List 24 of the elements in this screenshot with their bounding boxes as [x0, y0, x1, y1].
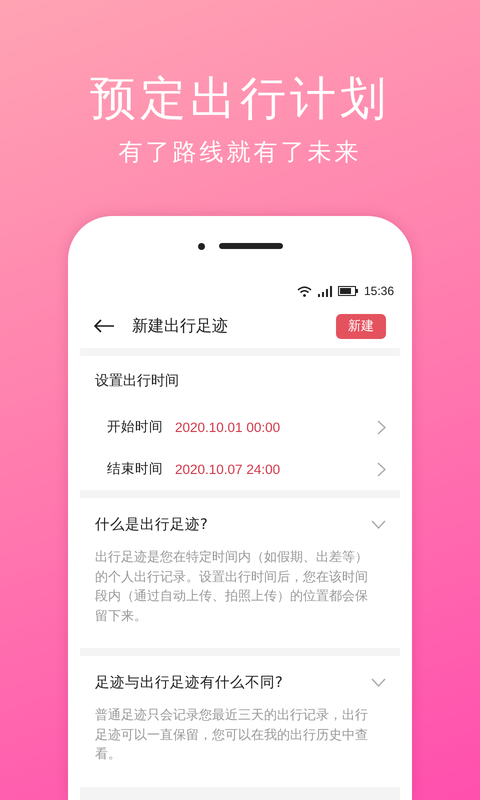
- time-label: 结束时间: [107, 460, 163, 478]
- back-arrow-icon[interactable]: [94, 319, 114, 333]
- create-button[interactable]: 新建: [336, 314, 386, 338]
- time-value[interactable]: 2020.10.01 00:00: [175, 420, 377, 434]
- status-time: 15:36: [364, 284, 394, 298]
- time-label: 开始时间: [107, 418, 163, 436]
- camera-dot: [198, 242, 204, 250]
- faq-answer: 出行足迹是您在特定时间内（如假期、出差等）的个人出行记录。设置出行时间后，您在该时间段内（通过自动上传、拍照上传）的位置都会保留下来。: [95, 549, 369, 626]
- speaker-slot: [218, 243, 282, 249]
- page-title: 新建出行足迹: [132, 316, 229, 336]
- battery-icon: [338, 286, 358, 296]
- time-value[interactable]: 2020.10.07 24:00: [175, 462, 377, 476]
- chevron-right-icon[interactable]: [377, 462, 386, 476]
- chevron-right-icon[interactable]: [377, 420, 386, 434]
- faq-question[interactable]: 什么是出行足迹?: [95, 514, 371, 534]
- chevron-down-icon[interactable]: [371, 678, 386, 686]
- banner-title: 预定出行计划: [90, 70, 390, 127]
- chevron-down-icon[interactable]: [371, 520, 386, 528]
- section-heading: 设置出行时间: [94, 372, 180, 391]
- banner-subtitle: 有了路线就有了未来: [118, 137, 362, 168]
- faq-answer: 普通足迹只会记录您最近三天的出行记录，出行足迹可以一直保留，您可以在我的出行历史中查看。: [95, 706, 369, 764]
- faq-question[interactable]: 足迹与出行足迹有什么不同?: [95, 672, 371, 692]
- wifi-icon: [296, 286, 312, 296]
- signal-icon: [318, 286, 332, 296]
